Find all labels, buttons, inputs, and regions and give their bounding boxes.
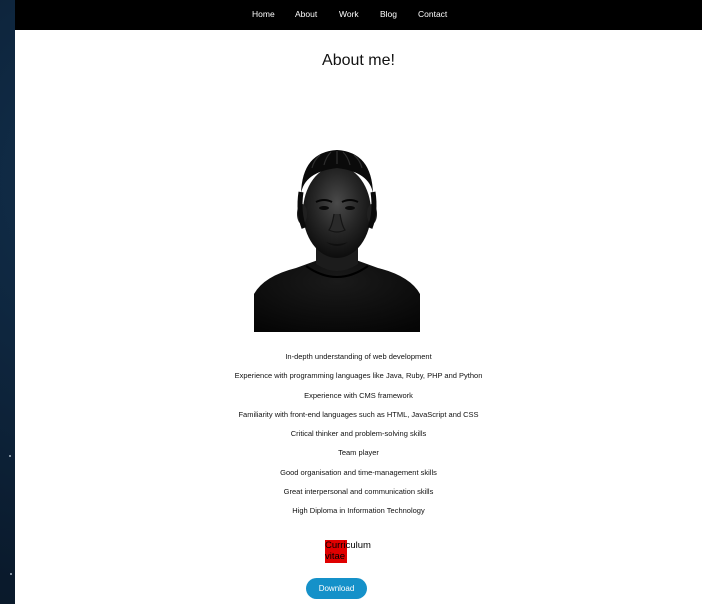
background-dot [9,455,11,457]
nav-link-about[interactable]: About [295,9,317,19]
top-navbar: Home About Work Blog Contact [15,0,702,30]
cv-label: Curriculum vitae [325,540,385,562]
download-cv-button[interactable]: Download [306,578,367,599]
browser-viewport: Home About Work Blog Contact About me! I… [15,0,702,604]
skill-item: Experience with programming languages li… [234,371,483,381]
nav-menu: Home About Work Blog Contact [15,0,702,30]
skill-item: High Diploma in Information Technology [292,506,425,516]
skill-item: Critical thinker and problem-solving ski… [290,429,427,439]
nav-link-work[interactable]: Work [339,9,359,19]
skill-item: Great interpersonal and communication sk… [283,487,434,497]
nav-link-contact[interactable]: Contact [418,9,447,19]
skill-item: Good organisation and time-management sk… [280,467,437,477]
skill-item: Team player [338,448,379,458]
page-title: About me! [322,52,395,69]
skill-item: In-depth understanding of web developmen… [285,352,432,361]
cv-label-line1: Curriculum [325,540,371,551]
cv-label-line2: vitae [325,551,346,562]
nav-link-blog[interactable]: Blog [380,9,397,19]
skills-list: In-depth understanding of web developmen… [15,351,702,525]
portrait-photo [254,142,420,332]
nav-link-home[interactable]: Home [252,9,275,19]
background-dot [10,573,12,575]
skill-item: Experience with CMS framework [304,390,413,400]
skill-item: Familiarity with front-end languages suc… [238,409,479,419]
